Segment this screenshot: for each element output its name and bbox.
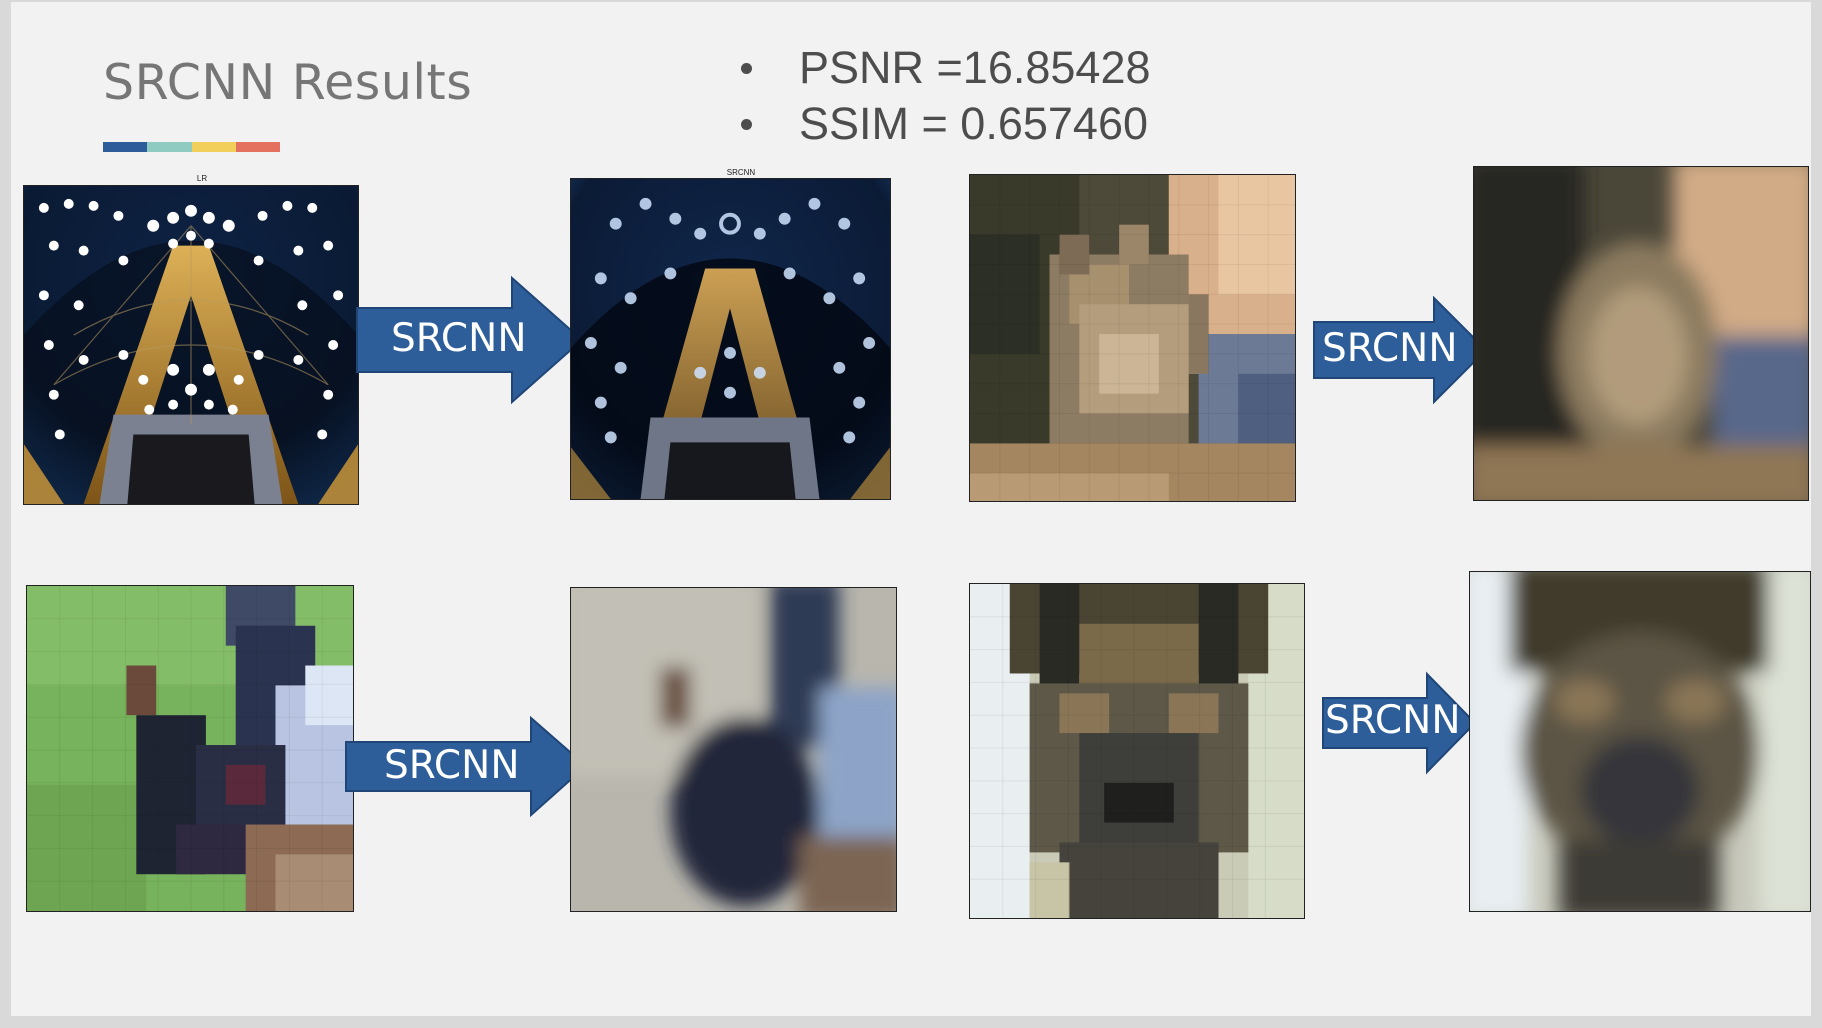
metrics-list: PSNR =16.85428 SSIM = 0.657460 (741, 40, 1151, 152)
hen-srcnn-image (570, 587, 897, 912)
ferris-wheel-lr-image (23, 185, 359, 505)
accent-teal (147, 142, 192, 152)
lr-caption: LR (196, 174, 208, 183)
dog-srcnn-image (1469, 571, 1811, 912)
ferris-wheel-srcnn-image (570, 178, 891, 500)
arrow-label: SRCNN (1325, 698, 1461, 743)
srcnn-caption: SRCNN (726, 168, 756, 177)
title-accent-bar (103, 142, 280, 152)
arrow-label: SRCNN (384, 743, 520, 788)
slide: SRCNN Results PSNR =16.85428 SSIM = 0.65… (11, 2, 1811, 1016)
srcnn-arrow-4: SRCNN (1322, 671, 1477, 775)
arrow-label: SRCNN (1322, 326, 1458, 371)
bird-srcnn-image (1473, 166, 1809, 501)
metric-ssim: SSIM = 0.657460 (741, 96, 1151, 152)
srcnn-arrow-1: SRCNN (356, 275, 584, 405)
srcnn-arrow-3: SRCNN (345, 715, 588, 818)
dog-lr-image (969, 583, 1305, 919)
hen-lr-image (26, 585, 354, 912)
accent-red (235, 142, 280, 152)
bullet-icon (741, 63, 752, 74)
accent-blue (103, 142, 148, 152)
bird-lr-image (969, 174, 1296, 502)
slide-title: SRCNN Results (103, 54, 473, 111)
srcnn-arrow-2: SRCNN (1313, 295, 1488, 405)
arrow-label: SRCNN (391, 316, 527, 361)
metric-psnr: PSNR =16.85428 (741, 40, 1151, 96)
accent-yellow (191, 142, 236, 152)
bullet-icon (741, 119, 752, 130)
